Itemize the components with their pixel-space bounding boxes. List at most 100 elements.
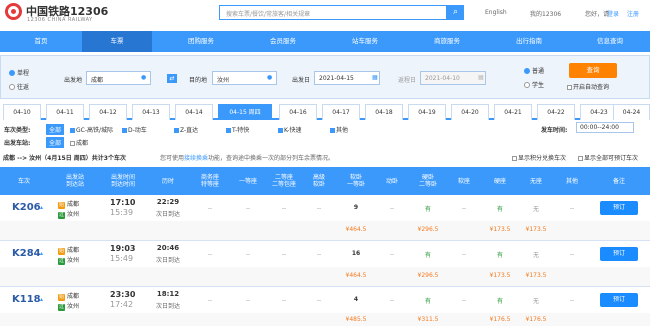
points-label: 显示积分兑换车次: [518, 155, 567, 162]
price-hard-seat: ¥173.5: [489, 226, 511, 233]
nav-info[interactable]: 信息查询: [570, 31, 650, 52]
query-button[interactable]: 查询: [569, 63, 617, 78]
seat-moving-sleeper: --: [389, 205, 395, 212]
auto-query-checkbox[interactable]: 开启自动查询: [567, 82, 609, 91]
seat-second: --: [281, 205, 287, 212]
nav-group[interactable]: 团购服务: [160, 31, 242, 52]
date-tab[interactable]: 04-24: [613, 104, 650, 120]
seat-soft-sleeper[interactable]: 16: [338, 250, 374, 257]
transfer-link[interactable]: 接续换乘: [184, 155, 208, 162]
return-date-input[interactable]: 2021-04-10: [420, 71, 486, 85]
col-header: 硬卧 二等卧: [418, 174, 437, 188]
type-t-checkbox[interactable]: T-特快: [226, 125, 249, 134]
expand-icon[interactable]: ▴: [40, 296, 43, 303]
search-icon[interactable]: ⌕: [447, 5, 464, 20]
bookable-checkbox[interactable]: 显示全部可预订车次: [578, 153, 638, 162]
type-all-button[interactable]: 全部: [46, 124, 65, 135]
seat-hard-seat[interactable]: 有: [482, 204, 518, 213]
book-button[interactable]: 预订: [600, 293, 638, 307]
seat-hard-sleeper[interactable]: 有: [410, 204, 446, 213]
calendar-icon[interactable]: ▦: [372, 74, 378, 81]
type-other-checkbox[interactable]: 其他: [330, 125, 348, 134]
type-z-checkbox[interactable]: Z-直达: [174, 125, 198, 134]
date-tab[interactable]: 04-12: [89, 104, 127, 120]
seat-business: --: [207, 251, 213, 258]
train-number[interactable]: K206: [12, 202, 41, 213]
from-station: 始成都: [58, 293, 80, 301]
nav-guide[interactable]: 出行指南: [488, 31, 570, 52]
col-header[interactable]: 出发时间 到达时间: [98, 167, 148, 195]
seat-soft-seat: --: [461, 251, 467, 258]
seat-hard-sleeper[interactable]: 有: [410, 250, 446, 259]
arrival-day: 次日到达: [155, 257, 180, 264]
price-soft-sleeper: ¥485.5: [345, 316, 367, 323]
seat-standing[interactable]: 无: [518, 296, 554, 305]
nav-tickets[interactable]: 车票: [82, 31, 152, 52]
seat-second: --: [281, 251, 287, 258]
oneway-radio[interactable]: 单程: [9, 68, 29, 77]
from-label: 出发地: [64, 77, 83, 84]
normal-radio[interactable]: 普通: [524, 66, 544, 75]
points-checkbox[interactable]: 显示积分兑换车次: [512, 153, 566, 162]
student-radio[interactable]: 学生: [524, 80, 544, 89]
seat-hard-seat[interactable]: 有: [482, 296, 518, 305]
register-link[interactable]: 注册: [627, 9, 639, 18]
seat-hard-sleeper[interactable]: 有: [410, 296, 446, 305]
date-tab[interactable]: 04-21: [494, 104, 532, 120]
search-input[interactable]: 搜索车票/餐饮/常旅客/相关规章: [219, 5, 447, 20]
train-number[interactable]: K284: [12, 248, 41, 259]
to-station: 过汝州: [58, 211, 80, 219]
seat-standing[interactable]: 无: [518, 204, 554, 213]
col-header[interactable]: 历时: [148, 167, 188, 195]
nav-station[interactable]: 站车服务: [324, 31, 406, 52]
departure-time-label: 发车时间:: [541, 127, 568, 134]
col-header[interactable]: 出发站 到达站: [52, 167, 98, 195]
my-12306-link[interactable]: 我的12306: [530, 9, 561, 18]
seat-soft-sleeper[interactable]: 9: [338, 204, 374, 211]
type-d-checkbox[interactable]: D-动车: [122, 125, 147, 134]
train-type-label: 车次类型:: [4, 127, 31, 134]
date-tab[interactable]: 04-19: [408, 104, 446, 120]
language-switch[interactable]: English: [485, 9, 507, 16]
station-checkbox[interactable]: 成都: [70, 138, 88, 147]
date-tab[interactable]: 04-17: [322, 104, 360, 120]
date-input[interactable]: 2021-04-15: [314, 71, 380, 85]
date-tab[interactable]: 04-14: [175, 104, 213, 120]
calendar-icon[interactable]: ▦: [478, 74, 484, 81]
table-header: 车次 出发站 到达站 出发时间 到达时间 历时 商务座 特等座 一等座 二等座 …: [0, 167, 650, 195]
seat-hard-seat[interactable]: 有: [482, 250, 518, 259]
col-header: 动卧: [385, 177, 398, 185]
checkbox-icon: [512, 156, 517, 161]
expand-icon[interactable]: ▴: [40, 204, 43, 211]
date-tab[interactable]: 04-22: [537, 104, 575, 120]
type-k-checkbox[interactable]: K-快速: [278, 125, 301, 134]
nav-business[interactable]: 商旅服务: [406, 31, 488, 52]
brand-subtitle: 12306 CHINA RAILWAY: [27, 17, 93, 23]
expand-icon[interactable]: ▴: [40, 250, 43, 257]
date-tab[interactable]: 04-10: [3, 104, 41, 120]
col-header[interactable]: 车次: [0, 167, 48, 195]
type-gc-checkbox[interactable]: GC-高铁/城际: [70, 125, 113, 134]
date-tab[interactable]: 04-18: [365, 104, 403, 120]
round-radio[interactable]: 往返: [9, 82, 29, 91]
date-tab[interactable]: 04-20: [451, 104, 489, 120]
seat-soft-sleeper[interactable]: 4: [338, 296, 374, 303]
swap-icon[interactable]: ⇄: [167, 74, 177, 83]
station-all-button[interactable]: 全部: [46, 137, 65, 148]
book-button[interactable]: 预订: [600, 247, 638, 261]
date-tab[interactable]: 04-13: [132, 104, 170, 120]
railway-logo-icon[interactable]: [5, 3, 22, 20]
book-button[interactable]: 预订: [600, 201, 638, 215]
date-tab-selected[interactable]: 04-15 周四: [218, 104, 272, 120]
nav-home[interactable]: 首页: [0, 31, 82, 52]
date-tab[interactable]: 04-16: [279, 104, 317, 120]
date-tab[interactable]: 04-11: [46, 104, 84, 120]
nav-member[interactable]: 会员服务: [242, 31, 324, 52]
student-label: 学生: [532, 82, 545, 89]
login-link[interactable]: 登录: [607, 9, 619, 18]
train-number[interactable]: K118: [12, 294, 41, 305]
tip-prefix: 您可使用: [160, 155, 185, 162]
seat-standing[interactable]: 无: [518, 250, 554, 259]
arrive-time: 17:42: [110, 300, 134, 309]
departure-time-select[interactable]: 00:00--24:00: [576, 122, 634, 133]
